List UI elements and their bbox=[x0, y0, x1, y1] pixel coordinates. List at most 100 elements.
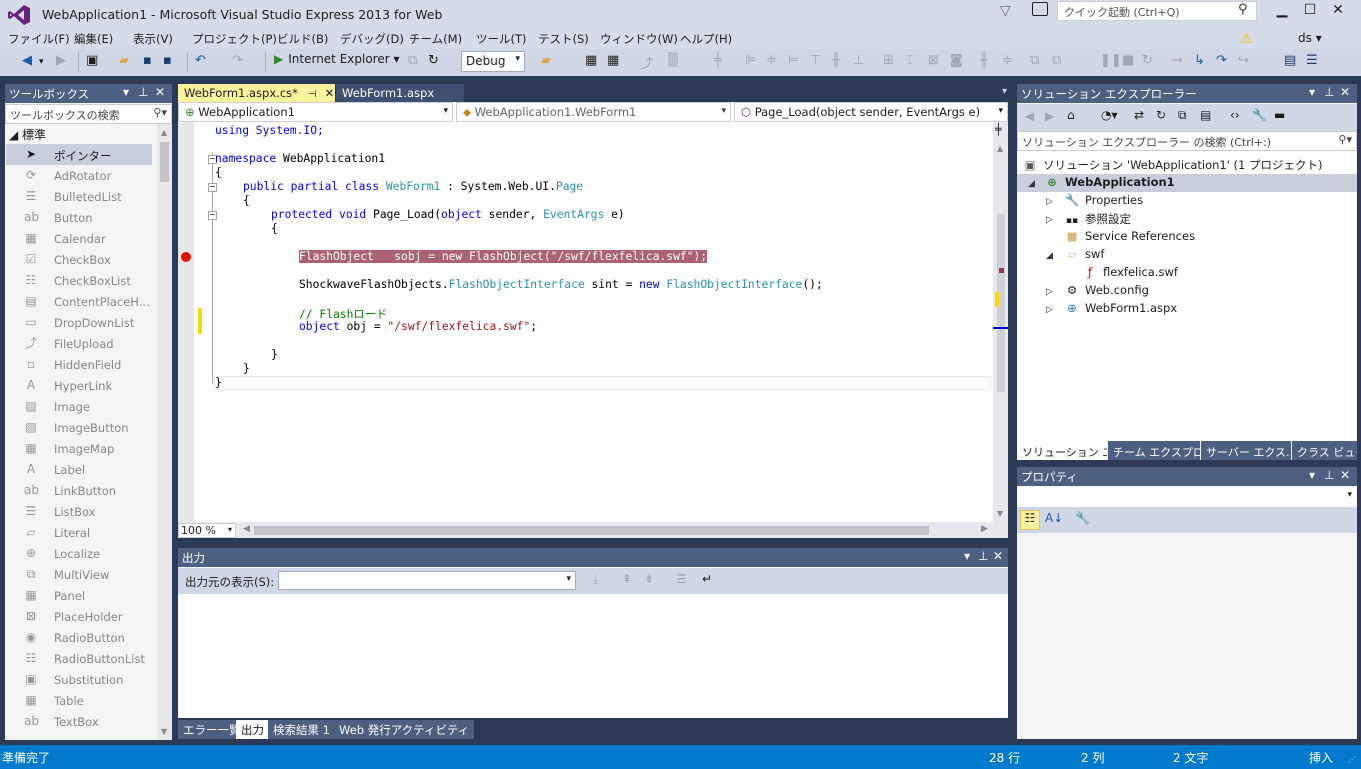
uncomment-icon[interactable]: ▦ bbox=[607, 53, 619, 68]
scroll-left-icon[interactable]: ◀ bbox=[243, 524, 250, 534]
expanded-arrow-icon[interactable]: ◢ bbox=[1046, 251, 1053, 261]
output-text-area[interactable] bbox=[178, 594, 1008, 718]
scroll-down-icon[interactable]: ▼ bbox=[997, 509, 1003, 518]
collapsed-arrow-icon[interactable]: ▷ bbox=[1046, 215, 1053, 225]
toolbox-item[interactable]: ☰ BulletedList bbox=[6, 186, 152, 207]
step-into-icon[interactable]: ↳ bbox=[1194, 53, 1205, 68]
tree-item-solution[interactable]: ▣ ソリューション 'WebApplication1' (1 プロジェクト) bbox=[1023, 157, 1323, 175]
properties-object-select[interactable]: ▾ bbox=[1017, 487, 1357, 507]
indicator-margin[interactable] bbox=[178, 122, 194, 522]
toolbox-item[interactable]: ◉ RadioButton bbox=[6, 627, 152, 648]
back-dropdown-icon[interactable]: ▾ bbox=[39, 57, 44, 67]
menu-edit[interactable]: 編集(E) bbox=[74, 31, 113, 47]
menu-window[interactable]: ウィンドウ(W) bbox=[600, 31, 678, 47]
view-code-icon[interactable]: ‹› bbox=[1230, 108, 1240, 122]
toolbox-item[interactable]: ▨ Image bbox=[6, 396, 152, 417]
output-source-select[interactable]: ▾ bbox=[278, 571, 576, 590]
undo-icon[interactable]: ↶ bbox=[195, 53, 206, 68]
toolbox-item[interactable]: ▱ Literal bbox=[6, 522, 152, 543]
project-navigation-dropdown[interactable]: ⊕ WebApplication1 ▾ bbox=[178, 102, 453, 122]
scroll-thumb[interactable] bbox=[160, 142, 169, 182]
format-icon[interactable]: ▒ bbox=[668, 53, 678, 68]
tree-item-project[interactable]: ⊕ WebApplication1 bbox=[1045, 175, 1175, 193]
toolbox-search-input[interactable]: ツールボックスの検索 ⚲▾ bbox=[5, 104, 172, 124]
show-next-statement-icon[interactable]: → bbox=[1172, 53, 1183, 68]
maximize-button[interactable]: ☐ bbox=[1296, 2, 1324, 20]
align-icon[interactable]: ╪ bbox=[714, 53, 722, 68]
toolbox-item[interactable]: ⊕ Localize bbox=[6, 543, 152, 564]
redo-icon[interactable]: ↷ bbox=[232, 53, 243, 68]
menu-file[interactable]: ファイル(F) bbox=[8, 31, 70, 47]
menu-tools[interactable]: ツール(T) bbox=[476, 31, 527, 47]
stop-icon[interactable]: ■ bbox=[1122, 53, 1134, 68]
menu-team[interactable]: チーム(M) bbox=[409, 31, 462, 47]
back-icon[interactable]: ◀ bbox=[22, 53, 32, 68]
collapse-class-icon[interactable]: − bbox=[208, 183, 217, 192]
quick-launch-input[interactable]: クイック起動 (Ctrl+Q) bbox=[1057, 1, 1257, 21]
menu-debug[interactable]: デバッグ(D) bbox=[340, 31, 404, 47]
menu-view[interactable]: 表示(V) bbox=[133, 31, 173, 47]
scroll-up-icon[interactable]: ▲ bbox=[997, 144, 1003, 153]
step-over-icon[interactable]: ↷ bbox=[1216, 53, 1227, 68]
find-in-files-icon[interactable]: ▰ bbox=[541, 53, 551, 68]
tree-item-references[interactable]: ▪▪ 参照設定 bbox=[1065, 211, 1131, 229]
tab-class-view[interactable]: クラス ビュー bbox=[1292, 441, 1357, 460]
tab-webform1-aspx[interactable]: WebForm1.aspx bbox=[336, 84, 464, 102]
tab-web-publish-activity[interactable]: Web 発行アクティビティ bbox=[334, 720, 475, 739]
new-project-icon[interactable]: ▣ bbox=[86, 53, 98, 68]
feedback-icon[interactable] bbox=[1032, 2, 1048, 16]
toolbox-item[interactable]: ➤ ポインター bbox=[6, 144, 152, 165]
code-text-area[interactable]: − − − using System.IO; namespace WebAppl… bbox=[178, 122, 993, 522]
tab-team-explorer[interactable]: チーム エクスプロ… bbox=[1108, 441, 1200, 460]
horizontal-scroll-thumb[interactable] bbox=[254, 526, 929, 535]
notifications-filter-icon[interactable]: ▽ bbox=[1000, 3, 1011, 19]
horizontal-spacing-icon[interactable]: ╫ bbox=[980, 53, 988, 68]
restart-icon[interactable]: ↻ bbox=[1142, 53, 1153, 68]
categorized-icon[interactable]: ☷ bbox=[1020, 510, 1040, 530]
property-pages-icon[interactable]: 🔧 bbox=[1075, 511, 1090, 525]
preview-selected-icon[interactable]: ▬ bbox=[1274, 108, 1285, 122]
user-account-menu[interactable]: ds ▾ bbox=[1298, 31, 1322, 45]
tree-item-service-references[interactable]: ■ Service References bbox=[1065, 229, 1196, 247]
resize-grip-icon[interactable]: ⋰ bbox=[1348, 755, 1356, 764]
pin-icon[interactable]: ⊥ bbox=[978, 549, 988, 563]
clear-all-icon[interactable]: ☰ bbox=[676, 572, 687, 586]
toolbox-item[interactable]: ▨ ImageButton bbox=[6, 417, 152, 438]
toolbox-item[interactable]: ▦ Panel bbox=[6, 585, 152, 606]
align-bottom-icon[interactable]: ⊥ bbox=[853, 53, 864, 68]
window-position-icon[interactable]: ▾ bbox=[1309, 468, 1315, 482]
tab-server-explorer[interactable]: サーバー エクス… bbox=[1201, 441, 1291, 460]
back-icon[interactable]: ◀ bbox=[1025, 109, 1034, 123]
toolbox-item[interactable]: ▦ Table bbox=[6, 690, 152, 711]
tree-item-flexfelica-swf[interactable]: ƒ flexfelica.swf bbox=[1083, 265, 1178, 283]
toolbox-item[interactable]: ⟳ AdRotator bbox=[6, 165, 152, 186]
word-wrap-icon[interactable]: ↵ bbox=[702, 572, 712, 586]
collapse-method-icon[interactable]: − bbox=[208, 211, 217, 220]
close-icon[interactable]: ✕ bbox=[1340, 468, 1350, 482]
toolbox-item[interactable]: ▣ Substitution bbox=[6, 669, 152, 690]
menu-test[interactable]: テスト(S) bbox=[538, 31, 589, 47]
toolbox-item[interactable]: ☷ RadioButtonList bbox=[6, 648, 152, 669]
toolbox-item[interactable]: ▭ DropDownList bbox=[6, 312, 152, 333]
tab-solution-explorer[interactable]: ソリューション エ… bbox=[1017, 441, 1107, 460]
open-file-icon[interactable]: ▰ bbox=[119, 53, 129, 68]
toolbox-item[interactable]: ▦ Calendar bbox=[6, 228, 152, 249]
save-icon[interactable]: ▪ bbox=[143, 53, 152, 68]
align-top-icon[interactable]: ⊤ bbox=[810, 53, 821, 68]
menu-build[interactable]: ビルド(B) bbox=[277, 31, 328, 47]
scroll-up-icon[interactable]: ▲ bbox=[161, 128, 167, 137]
pause-icon[interactable]: ❚❚ bbox=[1100, 53, 1122, 68]
minimize-button[interactable]: ▁ bbox=[1268, 2, 1296, 20]
vertical-spacing-icon[interactable]: ≑ bbox=[1002, 53, 1013, 68]
toolbox-window-icon[interactable]: ▤ bbox=[1284, 53, 1296, 68]
properties-icon[interactable]: 🔧 bbox=[1252, 108, 1267, 122]
scroll-down-icon[interactable]: ▼ bbox=[161, 727, 167, 736]
start-debugging-button[interactable]: ▶ Internet Explorer ▾ bbox=[274, 52, 400, 72]
toolbox-item[interactable]: ⧉ MultiView bbox=[6, 564, 152, 585]
close-button[interactable]: ✕ bbox=[1324, 2, 1352, 20]
toolbox-item[interactable]: ☑ CheckBox bbox=[6, 249, 152, 270]
solution-configuration-select[interactable]: Debug ▾ bbox=[461, 51, 525, 72]
forward-icon[interactable]: ▶ bbox=[56, 53, 66, 68]
refresh-icon[interactable]: ↻ bbox=[428, 53, 439, 68]
window-position-icon[interactable]: ▾ bbox=[123, 85, 129, 99]
